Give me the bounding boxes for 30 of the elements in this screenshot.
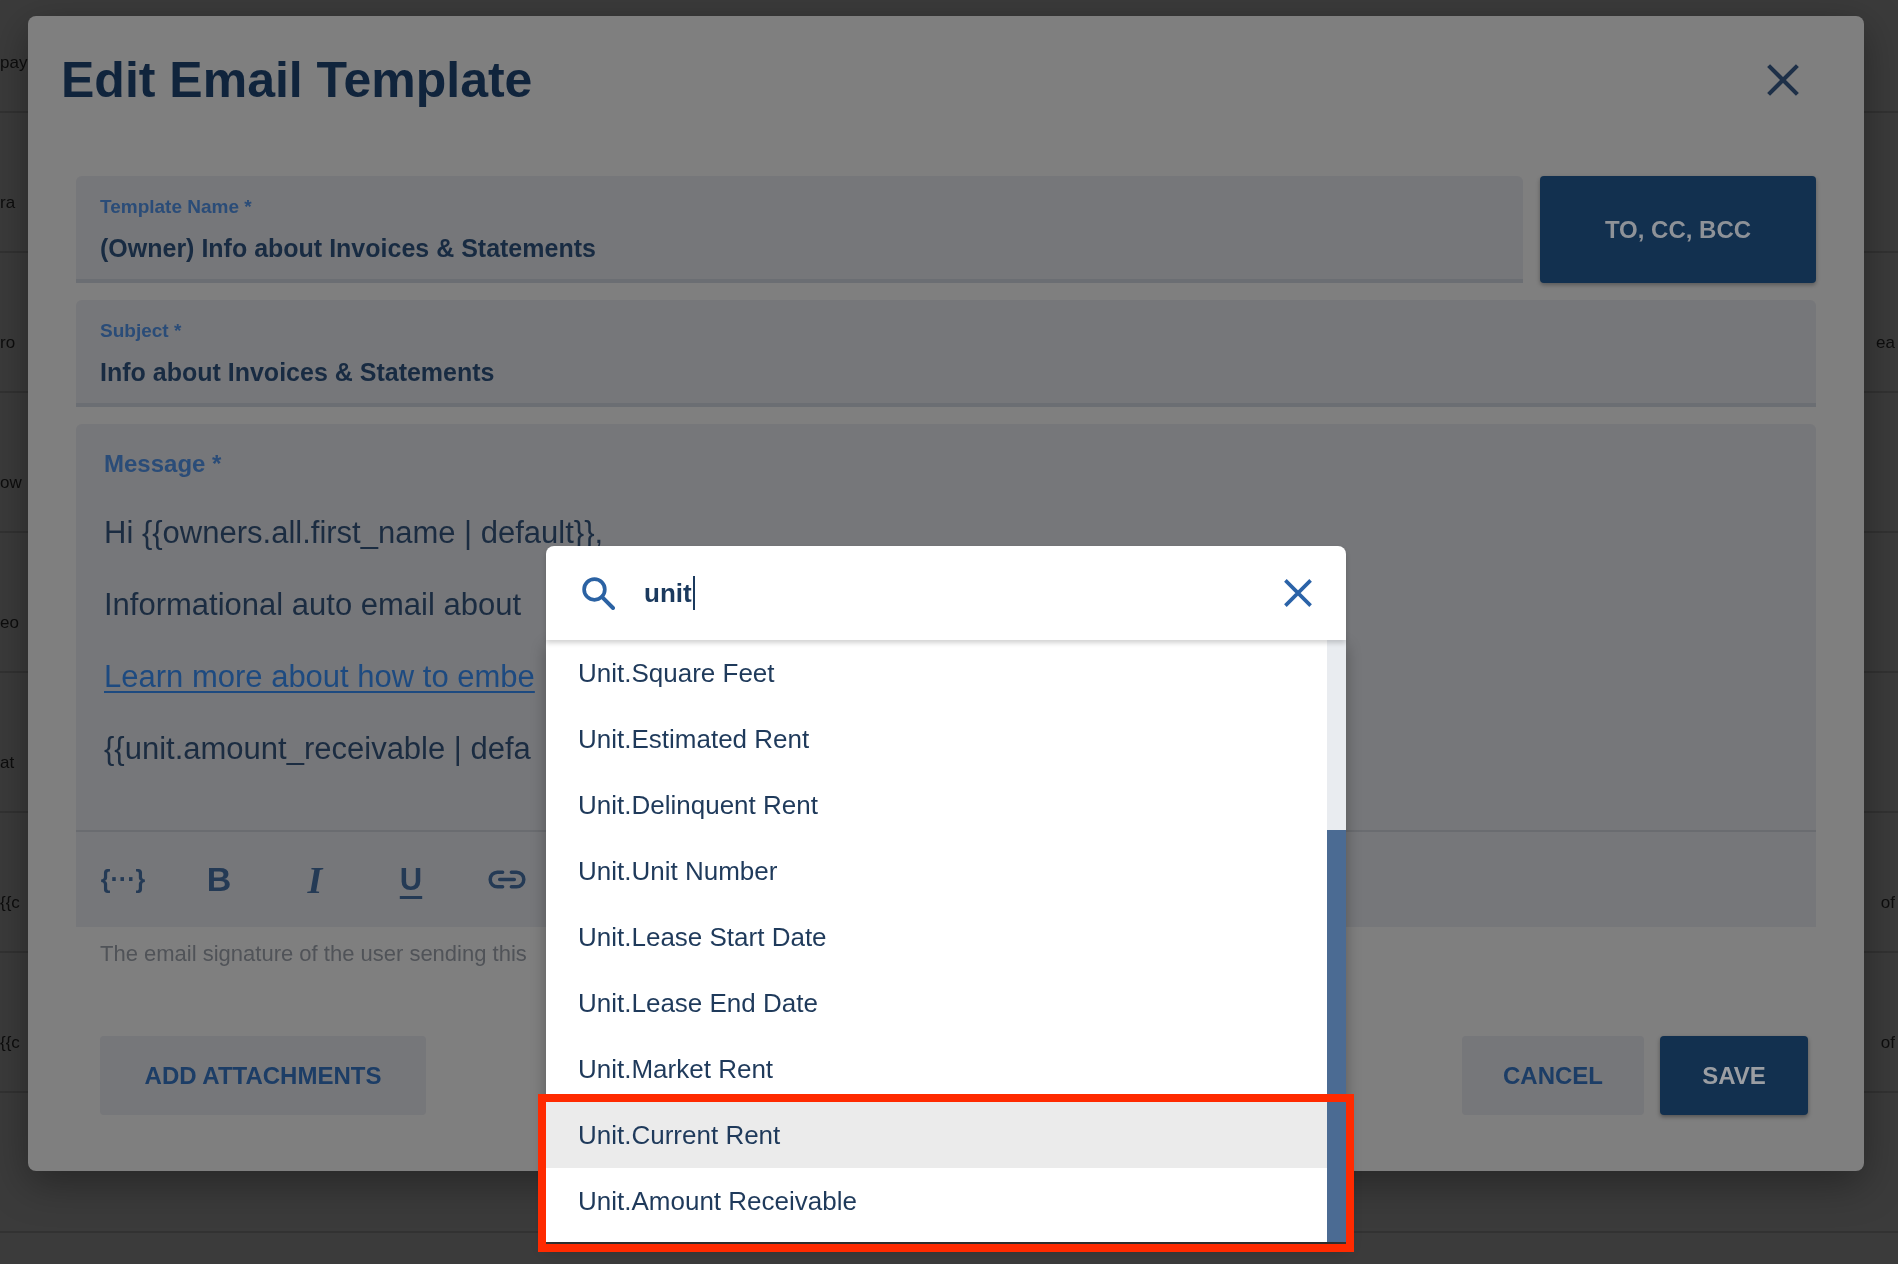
bold-button[interactable]: B <box>191 851 247 908</box>
variable-option[interactable]: Unit.Current Rent <box>546 1102 1327 1168</box>
underline-button[interactable]: U <box>383 851 439 908</box>
variable-option[interactable]: Unit.Delinquent Rent <box>546 772 1327 838</box>
close-icon <box>1284 579 1312 607</box>
close-button[interactable] <box>1767 64 1799 96</box>
search-icon <box>581 576 615 610</box>
variable-option[interactable]: Unit.Estimated Rent <box>546 706 1327 772</box>
variable-option[interactable]: Unit.Square Feet <box>546 640 1327 706</box>
variable-option[interactable]: Unit.Unit Number <box>546 838 1327 904</box>
save-button[interactable]: SAVE <box>1660 1036 1808 1115</box>
field-label: Subject * <box>100 319 182 343</box>
field-label: Message * <box>104 449 222 479</box>
message-text: {{unit.amount_receivable | defa <box>104 731 531 767</box>
insert-variable-button[interactable]: {···} <box>95 851 151 908</box>
search-field[interactable]: unit <box>546 546 1346 640</box>
subject-field[interactable]: Subject * Info about Invoices & Statements <box>76 300 1816 407</box>
link-icon <box>488 870 526 889</box>
scrollbar[interactable] <box>1327 640 1346 1242</box>
message-text: Informational auto email about <box>104 587 522 623</box>
recipients-button[interactable]: TO, CC, BCC <box>1540 176 1816 283</box>
field-label: Template Name * <box>100 195 252 219</box>
template-name-field[interactable]: Template Name * (Owner) Info about Invoices & Statements <box>76 176 1523 283</box>
clear-search-button[interactable] <box>1284 579 1312 607</box>
dialog-title: Edit Email Template <box>61 51 533 110</box>
italic-button[interactable]: I <box>287 851 343 908</box>
scrollbar-thumb[interactable] <box>1327 830 1346 1242</box>
close-icon <box>1767 64 1799 96</box>
variable-option[interactable]: Unit.Lease Start Date <box>546 904 1327 970</box>
variable-option[interactable]: Unit.Lease End Date <box>546 970 1327 1036</box>
